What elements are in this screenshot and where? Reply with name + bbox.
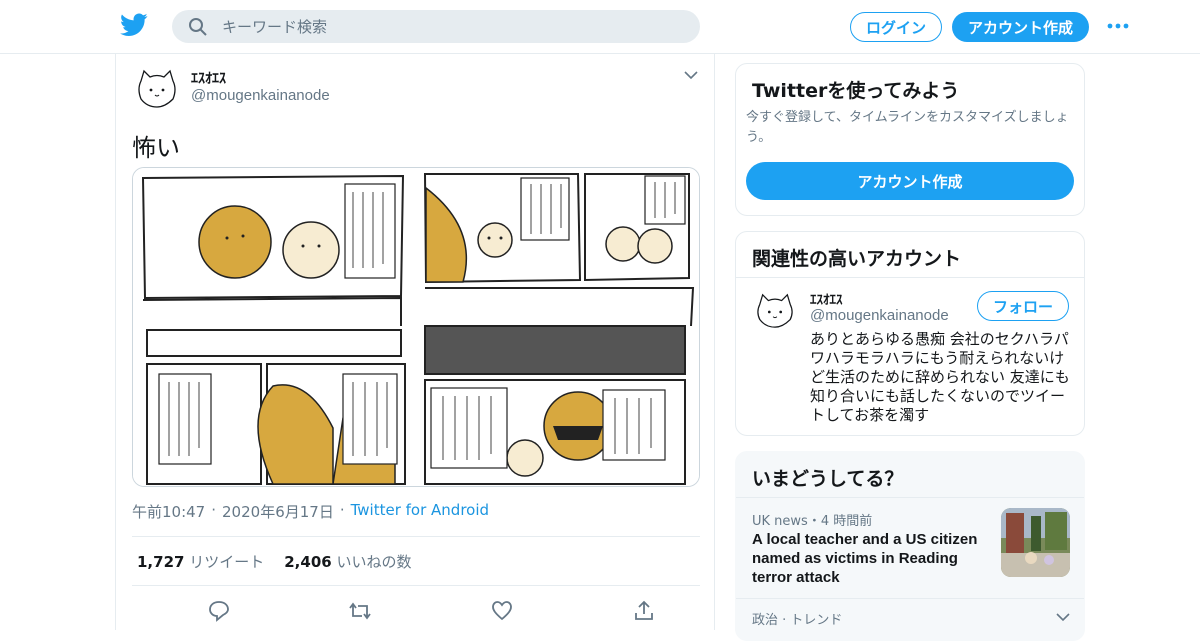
tweet-actions	[132, 599, 700, 623]
signup-prompt-card: Twitterを使ってみよう 今すぐ登録して、タイムラインをカスタマイズしましょ…	[735, 63, 1085, 216]
reply-icon[interactable]	[207, 599, 231, 623]
share-icon[interactable]	[632, 599, 656, 623]
avatar[interactable]	[135, 67, 179, 111]
create-account-button[interactable]: アカウント作成	[746, 162, 1074, 200]
like-label: いいねの数	[336, 552, 412, 571]
tweet-stats: 1,727 リツイート 2,406 いいねの数	[132, 536, 700, 586]
search-icon	[189, 18, 207, 36]
related-accounts-card: 関連性の高いアカウント ｴｽｵｴｽ @mougenkainanode フォロー …	[735, 231, 1085, 436]
trend-headline: A local teacher and a US citizen named a…	[752, 531, 978, 586]
chevron-down-icon[interactable]	[1056, 612, 1070, 622]
card-title: 関連性の高いアカウント	[752, 248, 962, 270]
retweet-icon[interactable]	[348, 599, 372, 623]
trend-category: UK news・4 時間前	[752, 514, 873, 529]
card-description: 今すぐ登録して、タイムラインをカスタマイズしましょう。	[746, 110, 1069, 145]
more-options-icon[interactable]	[1106, 18, 1130, 34]
tweet-source-link[interactable]: Twitter for Android	[351, 501, 489, 522]
divider	[736, 277, 1084, 278]
like-count: 2,406	[284, 552, 332, 571]
comic-illustration	[133, 168, 699, 486]
display-name[interactable]: ｴｽｵｴｽ	[191, 68, 226, 88]
account-bio: ありとあらゆる愚痴 会社のセクハラパワハラモラハラにもう耐えられないけど生活のた…	[810, 330, 1070, 424]
card-title: Twitterを使ってみよう	[752, 80, 960, 102]
like-heart-icon[interactable]	[490, 599, 514, 623]
tweet-media-image[interactable]	[132, 167, 700, 487]
tweet-meta: 午前10:47 · 2020年6月17日 · Twitter for Andro…	[132, 501, 489, 522]
account-handle[interactable]: @mougenkainanode	[810, 307, 949, 324]
retweet-count: 1,727	[137, 552, 185, 571]
tweet-date[interactable]: 2020年6月17日	[222, 501, 334, 522]
signup-button[interactable]: アカウント作成	[952, 12, 1089, 42]
tweet-text: 怖い	[132, 134, 180, 162]
login-button[interactable]: ログイン	[850, 12, 942, 42]
chevron-down-icon[interactable]	[684, 70, 698, 80]
avatar[interactable]	[754, 292, 796, 330]
meta-separator: ·	[211, 501, 217, 519]
tweet-time[interactable]: 午前10:47	[132, 501, 205, 522]
meta-separator: ·	[339, 501, 345, 519]
search-input[interactable]	[222, 10, 682, 43]
trend-thumbnail-image	[1001, 508, 1070, 577]
top-bar: ログイン アカウント作成	[0, 0, 1200, 54]
search-bar[interactable]	[172, 10, 700, 43]
user-handle[interactable]: @mougenkainanode	[191, 87, 330, 104]
like-stat[interactable]: 2,406 いいねの数	[284, 551, 411, 572]
trend-item[interactable]: UK news・4 時間前 A local teacher and a US c…	[736, 497, 1084, 599]
trends-card: いまどうしてる？ UK news・4 時間前 A local teacher a…	[735, 451, 1085, 641]
follow-button[interactable]: フォロー	[977, 291, 1069, 321]
tweet-column: ｴｽｵｴｽ @mougenkainanode 怖い 午前10:47 · 2020…	[115, 54, 715, 630]
retweet-label: リツイート	[189, 552, 265, 571]
twitter-bird-icon[interactable]	[120, 12, 148, 38]
card-title: いまどうしてる？	[752, 468, 904, 490]
retweet-stat[interactable]: 1,727 リツイート	[137, 551, 264, 572]
trend-category[interactable]: 政治 · トレンド	[752, 609, 842, 628]
account-name[interactable]: ｴｽｵｴｽ	[810, 289, 843, 308]
